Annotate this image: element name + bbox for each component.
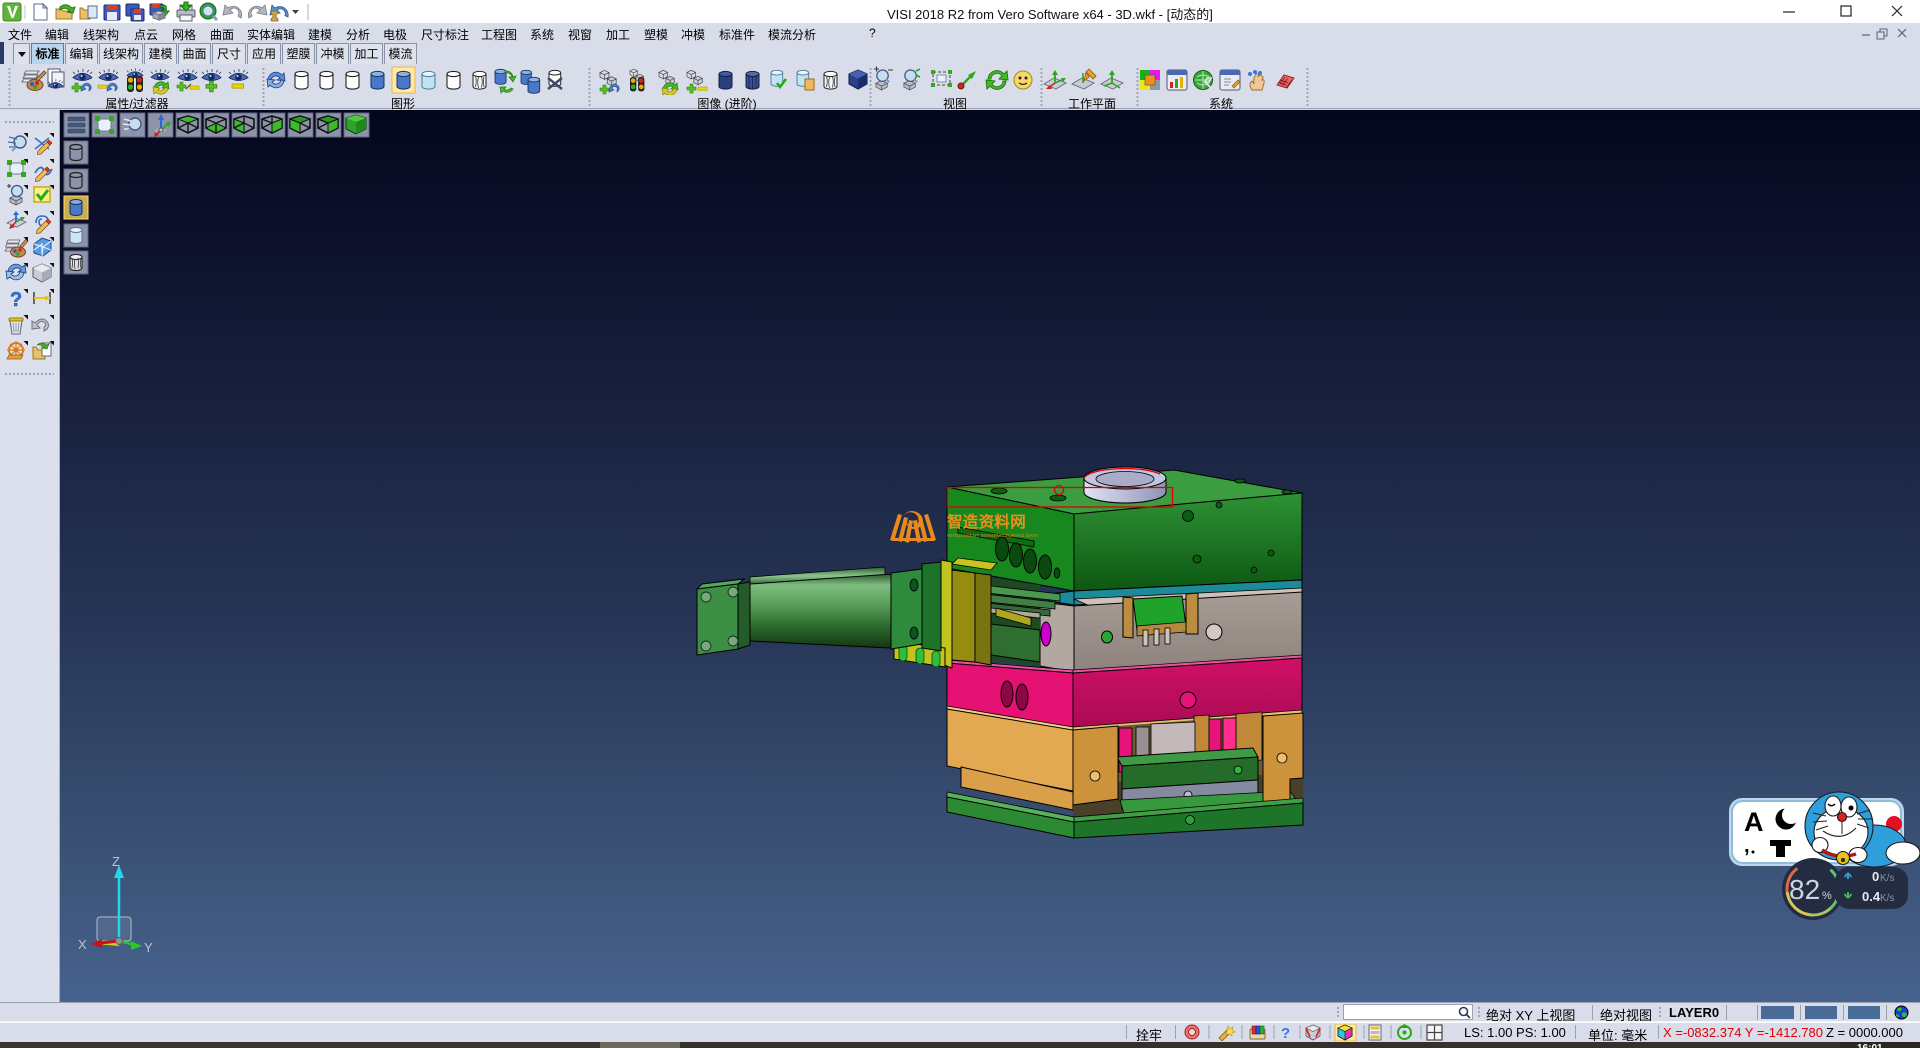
svg-text:?: ?: [10, 289, 22, 311]
svg-text:K/s: K/s: [1880, 873, 1894, 884]
svg-text:,: ,: [1744, 835, 1750, 857]
svg-text:Y: Y: [144, 940, 153, 955]
svg-text:X: X: [78, 937, 87, 952]
svg-text:0: 0: [1872, 869, 1879, 884]
svg-text:0.4: 0.4: [1862, 889, 1881, 904]
svg-text:INTELLIGENT MANUFACTURING DATA: INTELLIGENT MANUFACTURING DATA: [947, 533, 1039, 538]
svg-text:%: %: [1822, 890, 1832, 902]
svg-text:K/s: K/s: [1880, 893, 1894, 904]
svg-text:Z: Z: [112, 854, 120, 869]
svg-text:82: 82: [1789, 874, 1820, 905]
svg-text:A: A: [1744, 807, 1764, 837]
svg-text:?: ?: [1281, 1025, 1290, 1041]
svg-text:智造资料网: 智造资料网: [947, 512, 1026, 531]
